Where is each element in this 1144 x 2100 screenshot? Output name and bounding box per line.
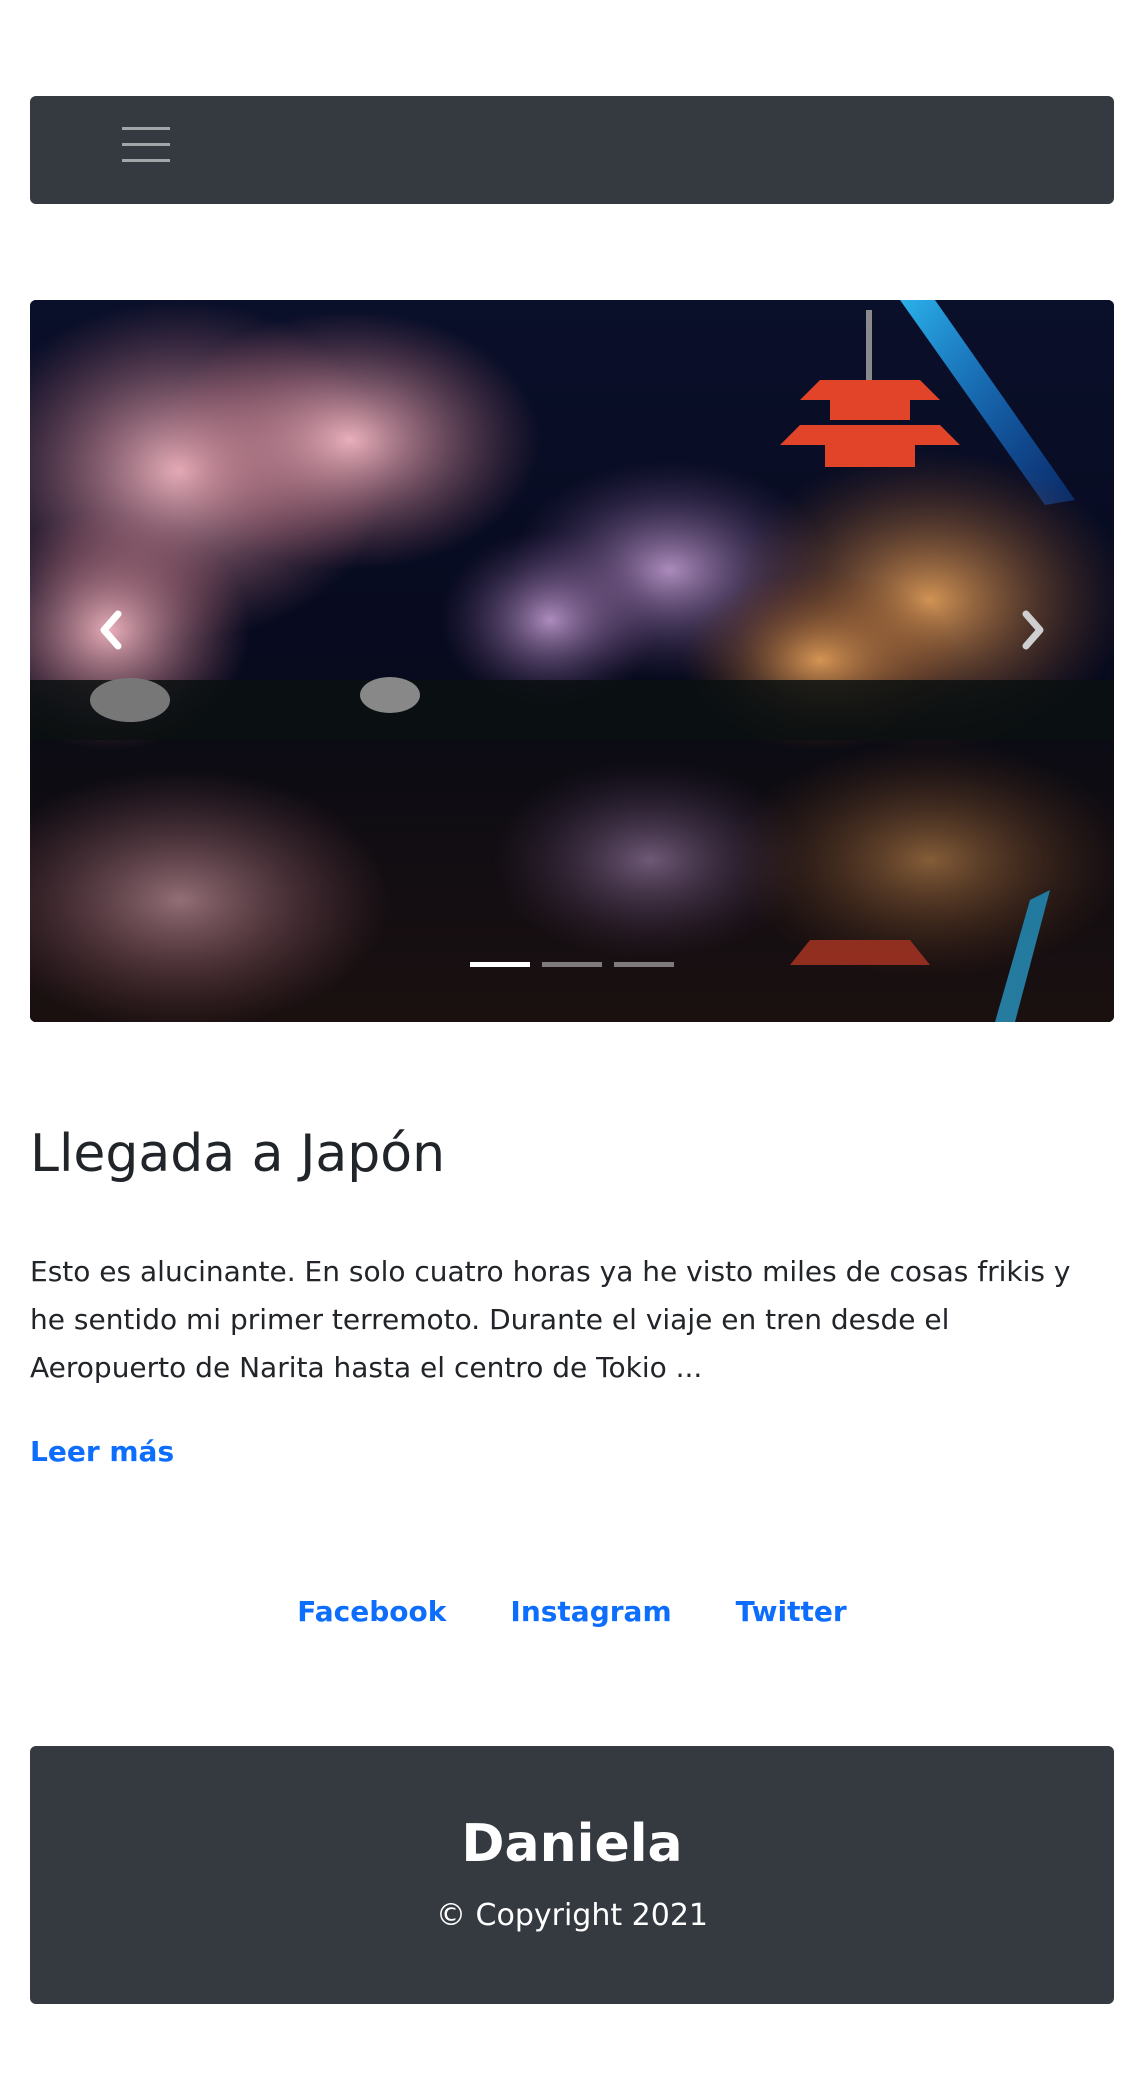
chevron-right-icon xyxy=(1002,610,1062,664)
twitter-link[interactable]: Twitter xyxy=(736,1588,847,1636)
footer-author-name: Daniela xyxy=(461,1814,683,1874)
carousel-indicators xyxy=(30,962,1114,972)
social-links: Facebook Instagram Twitter xyxy=(0,1588,1144,1636)
navbar-toggler-button[interactable] xyxy=(92,123,176,177)
carousel-indicator[interactable] xyxy=(614,962,674,967)
facebook-link[interactable]: Facebook xyxy=(297,1588,446,1636)
hamburger-menu-icon xyxy=(92,123,176,177)
carousel-prev-button[interactable] xyxy=(82,600,142,660)
footer-copyright: © Copyright 2021 xyxy=(435,1898,708,1933)
read-more-link[interactable]: Leer más xyxy=(30,1428,174,1476)
chevron-left-icon xyxy=(82,610,142,664)
carousel-slide-image xyxy=(30,300,1114,1022)
carousel-next-button[interactable] xyxy=(1002,600,1062,660)
post-title: Llegada a Japón xyxy=(30,1124,446,1184)
instagram-link[interactable]: Instagram xyxy=(510,1588,671,1636)
carousel-indicator[interactable] xyxy=(542,962,602,967)
post-excerpt: Esto es alucinante. En solo cuatro horas… xyxy=(30,1255,1071,1384)
navbar xyxy=(30,96,1114,204)
footer: Daniela © Copyright 2021 xyxy=(30,1746,1114,2004)
carousel-indicator[interactable] xyxy=(470,962,530,967)
image-carousel xyxy=(30,300,1114,1022)
